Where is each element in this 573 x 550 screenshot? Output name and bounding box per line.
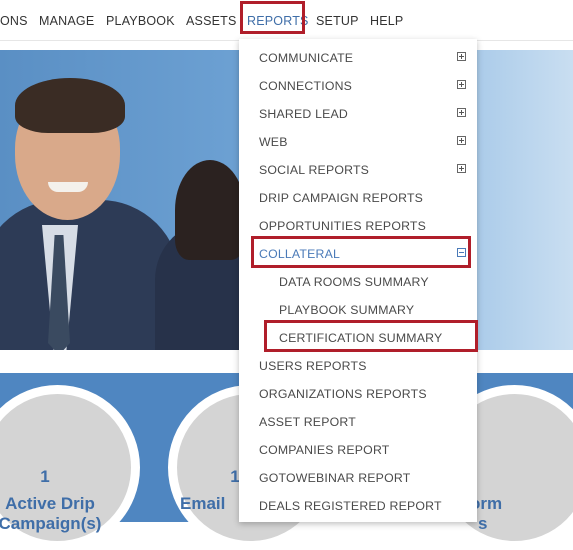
stat-forms-label-line1: orm xyxy=(470,494,503,513)
certification-highlight-box xyxy=(264,320,478,352)
hero-second-person-hair xyxy=(175,160,245,260)
expand-plus-icon[interactable] xyxy=(457,80,466,89)
menu-item-label: ORGANIZATIONS REPORTS xyxy=(259,387,427,401)
menu-item-label: SOCIAL REPORTS xyxy=(259,163,370,177)
menu-item-label: OPPORTUNITIES REPORTS xyxy=(259,219,427,233)
menu-item-web[interactable]: WEB xyxy=(239,128,477,156)
menu-item-asset-report[interactable]: ASSET REPORT xyxy=(239,408,477,436)
menu-item-organizations-reports[interactable]: ORGANIZATIONS REPORTS xyxy=(239,380,477,408)
stat-drip-label: Active Drip Campaign(s) xyxy=(0,494,130,534)
stat-email-label: Email xyxy=(180,494,226,513)
menu-item-label: USERS REPORTS xyxy=(259,359,367,373)
menu-item-label: PLAYBOOK SUMMARY xyxy=(279,303,415,317)
menu-item-label: GOTOWEBINAR REPORT xyxy=(259,471,411,485)
menu-item-label: COMPANIES REPORT xyxy=(259,443,390,457)
menu-item-drip-campaign-reports[interactable]: DRIP CAMPAIGN REPORTS xyxy=(239,184,477,212)
nav-item-assets[interactable]: ASSETS xyxy=(186,14,237,28)
menu-item-label: DRIP CAMPAIGN REPORTS xyxy=(259,191,424,205)
stat-forms-label-line2: s xyxy=(478,514,488,533)
collateral-highlight-box xyxy=(251,236,471,268)
stat-drip-label-line1: Active Drip xyxy=(5,494,95,513)
menu-item-communicate[interactable]: COMMUNICATE xyxy=(239,44,477,72)
menu-item-label: COMMUNICATE xyxy=(259,51,354,65)
hero-person-suit xyxy=(0,200,180,350)
reports-highlight-box xyxy=(240,1,305,34)
stat-forms-label: orm s xyxy=(470,494,530,534)
hero-person-smile xyxy=(48,182,88,192)
expand-plus-icon[interactable] xyxy=(457,52,466,61)
menu-item-label: DATA ROOMS SUMMARY xyxy=(279,275,429,289)
menu-item-label: SHARED LEAD xyxy=(259,107,348,121)
menu-item-gotowebinar-report[interactable]: GOTOWEBINAR REPORT xyxy=(239,464,477,492)
menu-item-users-reports[interactable]: USERS REPORTS xyxy=(239,352,477,380)
menu-item-data-rooms-summary[interactable]: DATA ROOMS SUMMARY xyxy=(239,268,477,296)
menu-item-connections[interactable]: CONNECTIONS xyxy=(239,72,477,100)
expand-plus-icon[interactable] xyxy=(457,136,466,145)
menu-item-label: WEB xyxy=(259,135,288,149)
nav-item-setup[interactable]: SETUP xyxy=(316,14,359,28)
expand-plus-icon[interactable] xyxy=(457,164,466,173)
expand-plus-icon[interactable] xyxy=(457,108,466,117)
menu-item-social-reports[interactable]: SOCIAL REPORTS xyxy=(239,156,477,184)
menu-item-deals-registered-report[interactable]: DEALS REGISTERED REPORT xyxy=(239,492,477,520)
nav-item-manage[interactable]: MANAGE xyxy=(39,14,94,28)
nav-item-campaigns[interactable]: ONS xyxy=(0,14,28,28)
menu-item-label: CONNECTIONS xyxy=(259,79,353,93)
nav-item-help[interactable]: HELP xyxy=(370,14,403,28)
menu-item-shared-lead[interactable]: SHARED LEAD xyxy=(239,100,477,128)
stat-drip-value: 1 xyxy=(40,467,50,486)
menu-item-companies-report[interactable]: COMPANIES REPORT xyxy=(239,436,477,464)
menu-item-label: DEALS REGISTERED REPORT xyxy=(259,499,442,513)
stat-drip-label-line2: Campaign(s) xyxy=(0,514,102,533)
menu-item-label: ASSET REPORT xyxy=(259,415,356,429)
nav-item-playbook[interactable]: PLAYBOOK xyxy=(106,14,175,28)
hero-person-hair xyxy=(15,78,125,133)
reports-dropdown-menu: COMMUNICATE CONNECTIONS SHARED LEAD WEB … xyxy=(239,39,477,522)
